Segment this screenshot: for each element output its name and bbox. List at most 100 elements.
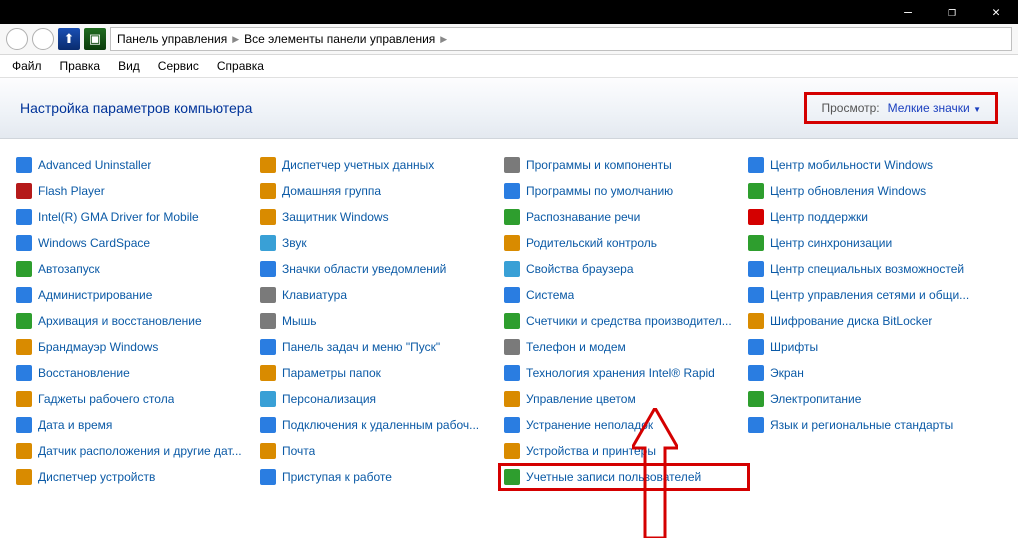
cpl-item[interactable]: Управление цветом (504, 389, 744, 409)
cpl-item[interactable]: Подключения к удаленным рабоч... (260, 415, 500, 435)
cpl-item[interactable]: Дата и время (16, 415, 256, 435)
cpl-item[interactable]: Персонализация (260, 389, 500, 409)
cpl-item-label[interactable]: Приступая к работе (282, 470, 392, 484)
cpl-item-label[interactable]: Advanced Uninstaller (38, 158, 151, 172)
cpl-item[interactable]: Центр синхронизации (748, 233, 988, 253)
cpl-item-label[interactable]: Телефон и модем (526, 340, 626, 354)
cpl-item-label[interactable]: Управление цветом (526, 392, 636, 406)
cpl-item-label[interactable]: Язык и региональные стандарты (770, 418, 953, 432)
cpl-item-label[interactable]: Свойства браузера (526, 262, 634, 276)
cpl-item[interactable]: Клавиатура (260, 285, 500, 305)
menu-file[interactable]: Файл (12, 59, 42, 73)
cpl-item-label[interactable]: Центр синхронизации (770, 236, 892, 250)
cpl-item[interactable]: Счетчики и средства производител... (504, 311, 744, 331)
up-icon[interactable]: ⬆ (58, 28, 80, 50)
cpl-item-label[interactable]: Intel(R) GMA Driver for Mobile (38, 210, 199, 224)
cpl-item-label[interactable]: Мышь (282, 314, 317, 328)
cpl-item[interactable]: Шрифты (748, 337, 988, 357)
cpl-item-label[interactable]: Система (526, 288, 574, 302)
cpl-item-label[interactable]: Программы и компоненты (526, 158, 672, 172)
cpl-item[interactable]: Учетные записи пользователей (498, 463, 750, 491)
cpl-item[interactable]: Администрирование (16, 285, 256, 305)
cpl-item[interactable]: Windows CardSpace (16, 233, 256, 253)
cpl-item-label[interactable]: Технология хранения Intel® Rapid (526, 366, 715, 380)
cpl-item-label[interactable]: Персонализация (282, 392, 376, 406)
cpl-item-label[interactable]: Электропитание (770, 392, 861, 406)
cpl-item-label[interactable]: Значки области уведомлений (282, 262, 446, 276)
cpl-item[interactable]: Датчик расположения и другие дат... (16, 441, 256, 461)
cpl-item[interactable]: Значки области уведомлений (260, 259, 500, 279)
cpl-item-label[interactable]: Программы по умолчанию (526, 184, 673, 198)
cpl-item[interactable]: Центр поддержки (748, 207, 988, 227)
cpl-item-label[interactable]: Датчик расположения и другие дат... (38, 444, 242, 458)
close-button[interactable]: ✕ (974, 0, 1018, 24)
cpl-item[interactable]: Звук (260, 233, 500, 253)
cpl-item-label[interactable]: Учетные записи пользователей (526, 470, 701, 484)
cpl-item[interactable]: Телефон и модем (504, 337, 744, 357)
cpl-item-label[interactable]: Брандмауэр Windows (38, 340, 158, 354)
menu-help[interactable]: Справка (217, 59, 264, 73)
cpl-item-label[interactable]: Звук (282, 236, 307, 250)
cpl-item-label[interactable]: Центр специальных возможностей (770, 262, 964, 276)
cpl-item[interactable]: Технология хранения Intel® Rapid (504, 363, 744, 383)
cpl-item[interactable]: Advanced Uninstaller (16, 155, 256, 175)
cpl-item[interactable]: Шифрование диска BitLocker (748, 311, 988, 331)
view-value[interactable]: Мелкие значки ▼ (888, 101, 981, 115)
cpl-item[interactable]: Восстановление (16, 363, 256, 383)
cpl-item[interactable]: Распознавание речи (504, 207, 744, 227)
menu-edit[interactable]: Правка (60, 59, 101, 73)
cpl-item-label[interactable]: Подключения к удаленным рабоч... (282, 418, 479, 432)
forward-button[interactable] (32, 28, 54, 50)
cpl-item[interactable]: Мышь (260, 311, 500, 331)
cpl-item-label[interactable]: Восстановление (38, 366, 130, 380)
minimize-button[interactable]: — (886, 0, 930, 24)
cpl-item-label[interactable]: Устройства и принтеры (526, 444, 656, 458)
breadcrumb-bar[interactable]: Панель управления ▶ Все элементы панели … (110, 27, 1012, 51)
cpl-item-label[interactable]: Гаджеты рабочего стола (38, 392, 174, 406)
cpl-item[interactable]: Архивация и восстановление (16, 311, 256, 331)
menu-tools[interactable]: Сервис (158, 59, 199, 73)
breadcrumb-sub[interactable]: Все элементы панели управления (244, 32, 435, 46)
control-panel-icon[interactable]: ▣ (84, 28, 106, 50)
cpl-item-label[interactable]: Диспетчер учетных данных (282, 158, 434, 172)
cpl-item-label[interactable]: Домашняя группа (282, 184, 381, 198)
cpl-item-label[interactable]: Windows CardSpace (38, 236, 150, 250)
cpl-item[interactable]: Экран (748, 363, 988, 383)
cpl-item-label[interactable]: Архивация и восстановление (38, 314, 202, 328)
cpl-item-label[interactable]: Клавиатура (282, 288, 347, 302)
cpl-item-label[interactable]: Шрифты (770, 340, 818, 354)
cpl-item[interactable]: Центр управления сетями и общи... (748, 285, 988, 305)
cpl-item-label[interactable]: Защитник Windows (282, 210, 389, 224)
cpl-item[interactable]: Родительский контроль (504, 233, 744, 253)
cpl-item[interactable]: Диспетчер учетных данных (260, 155, 500, 175)
breadcrumb-root[interactable]: Панель управления (117, 32, 227, 46)
cpl-item[interactable]: Брандмауэр Windows (16, 337, 256, 357)
cpl-item[interactable]: Центр мобильности Windows (748, 155, 988, 175)
cpl-item-label[interactable]: Шифрование диска BitLocker (770, 314, 932, 328)
view-selector[interactable]: Просмотр: Мелкие значки ▼ (804, 92, 998, 124)
cpl-item[interactable]: Свойства браузера (504, 259, 744, 279)
cpl-item[interactable]: Домашняя группа (260, 181, 500, 201)
cpl-item[interactable]: Центр специальных возможностей (748, 259, 988, 279)
cpl-item[interactable]: Программы по умолчанию (504, 181, 744, 201)
cpl-item-label[interactable]: Почта (282, 444, 315, 458)
cpl-item-label[interactable]: Панель задач и меню "Пуск" (282, 340, 440, 354)
cpl-item-label[interactable]: Параметры папок (282, 366, 381, 380)
cpl-item-label[interactable]: Центр управления сетями и общи... (770, 288, 969, 302)
cpl-item[interactable]: Flash Player (16, 181, 256, 201)
cpl-item[interactable]: Защитник Windows (260, 207, 500, 227)
cpl-item[interactable]: Диспетчер устройств (16, 467, 256, 487)
cpl-item-label[interactable]: Центр поддержки (770, 210, 868, 224)
cpl-item-label[interactable]: Центр обновления Windows (770, 184, 926, 198)
cpl-item-label[interactable]: Центр мобильности Windows (770, 158, 933, 172)
cpl-item-label[interactable]: Диспетчер устройств (38, 470, 155, 484)
cpl-item[interactable]: Устранение неполадок (504, 415, 744, 435)
cpl-item[interactable]: Система (504, 285, 744, 305)
cpl-item-label[interactable]: Устранение неполадок (526, 418, 653, 432)
cpl-item[interactable]: Intel(R) GMA Driver for Mobile (16, 207, 256, 227)
cpl-item[interactable]: Параметры папок (260, 363, 500, 383)
cpl-item[interactable]: Язык и региональные стандарты (748, 415, 988, 435)
cpl-item-label[interactable]: Экран (770, 366, 804, 380)
cpl-item-label[interactable]: Родительский контроль (526, 236, 657, 250)
menu-view[interactable]: Вид (118, 59, 140, 73)
